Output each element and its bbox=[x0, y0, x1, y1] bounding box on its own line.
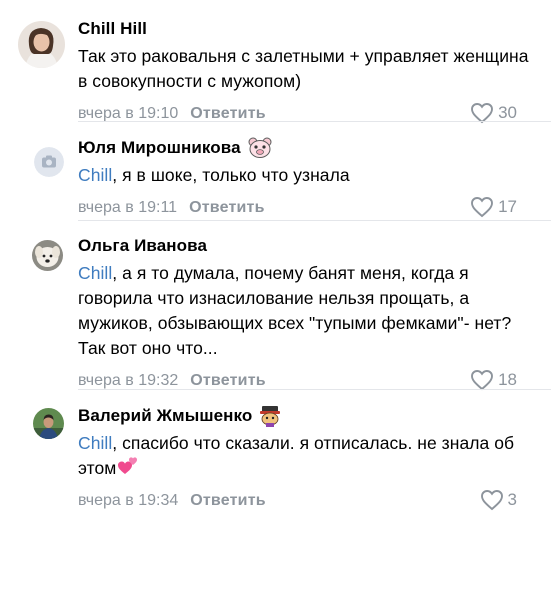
comment-time[interactable]: вчера в 19:34 bbox=[78, 492, 178, 510]
author-name[interactable]: Валерий Жмышенко bbox=[78, 406, 252, 426]
comment-item: Юля Мирошникова Chill, я в шоке, только … bbox=[0, 122, 551, 221]
comment-item: Chill Hill Так это раковальня с залетным… bbox=[0, 0, 551, 124]
mention-link[interactable]: Chill bbox=[78, 165, 112, 185]
mention-link[interactable]: Chill bbox=[78, 263, 112, 283]
avatar[interactable] bbox=[32, 240, 63, 271]
comment-text-body: Так это раковальня с залетными + управля… bbox=[78, 46, 529, 91]
author-name[interactable]: Chill Hill bbox=[78, 19, 147, 39]
comment-text-body: , а я то думала, почему банят меня, когд… bbox=[78, 263, 512, 358]
comment-item: Валерий Жмышенко Chill, спасибо что сказ… bbox=[0, 390, 551, 604]
reply-button[interactable]: Ответить bbox=[190, 492, 266, 510]
like-button[interactable]: 17 bbox=[470, 196, 517, 218]
like-count: 18 bbox=[498, 370, 517, 389]
comment-text: Chill, а я то думала, почему банят меня,… bbox=[78, 261, 537, 361]
pig-face-emoji-icon bbox=[247, 137, 272, 159]
like-count: 17 bbox=[498, 197, 517, 216]
author-name[interactable]: Ольга Иванова bbox=[78, 236, 207, 256]
avatar[interactable] bbox=[33, 408, 64, 439]
comment-text: Chill, я в шоке, только что узнала bbox=[78, 163, 537, 188]
comment-item: Ольга Иванова Chill, а я то думала, поче… bbox=[0, 221, 551, 391]
like-count: 30 bbox=[498, 103, 517, 122]
mention-link[interactable]: Chill bbox=[78, 433, 112, 453]
like-button[interactable]: 18 bbox=[470, 369, 517, 391]
author-name[interactable]: Юля Мирошникова bbox=[78, 138, 241, 158]
heart-icon bbox=[480, 490, 503, 511]
camera-placeholder-avatar-icon bbox=[34, 147, 64, 177]
comment-text: Так это раковальня с залетными + управля… bbox=[78, 44, 537, 94]
like-button[interactable]: 3 bbox=[480, 489, 517, 511]
two-hearts-emoji-icon bbox=[117, 456, 138, 474]
heart-icon bbox=[471, 197, 494, 218]
female-photo-avatar-icon bbox=[18, 21, 65, 68]
avatar[interactable] bbox=[34, 147, 64, 177]
comment-text-body: , спасибо что сказали. я отписалась. не … bbox=[78, 433, 515, 478]
dog-photo-avatar-icon bbox=[32, 240, 63, 271]
male-photo-avatar-icon bbox=[33, 408, 64, 439]
comment-text-body: , я в шоке, только что узнала bbox=[112, 165, 350, 185]
comment-time[interactable]: вчера в 19:11 bbox=[78, 199, 177, 217]
reply-button[interactable]: Ответить bbox=[190, 372, 266, 390]
reply-button[interactable]: Ответить bbox=[189, 199, 265, 217]
comment-time[interactable]: вчера в 19:32 bbox=[78, 372, 178, 390]
heart-icon bbox=[471, 370, 494, 391]
sticker-emoji-icon bbox=[258, 405, 281, 427]
avatar[interactable] bbox=[18, 21, 65, 68]
like-count: 3 bbox=[507, 490, 517, 509]
comment-text: Chill, спасибо что сказали. я отписалась… bbox=[78, 431, 537, 481]
